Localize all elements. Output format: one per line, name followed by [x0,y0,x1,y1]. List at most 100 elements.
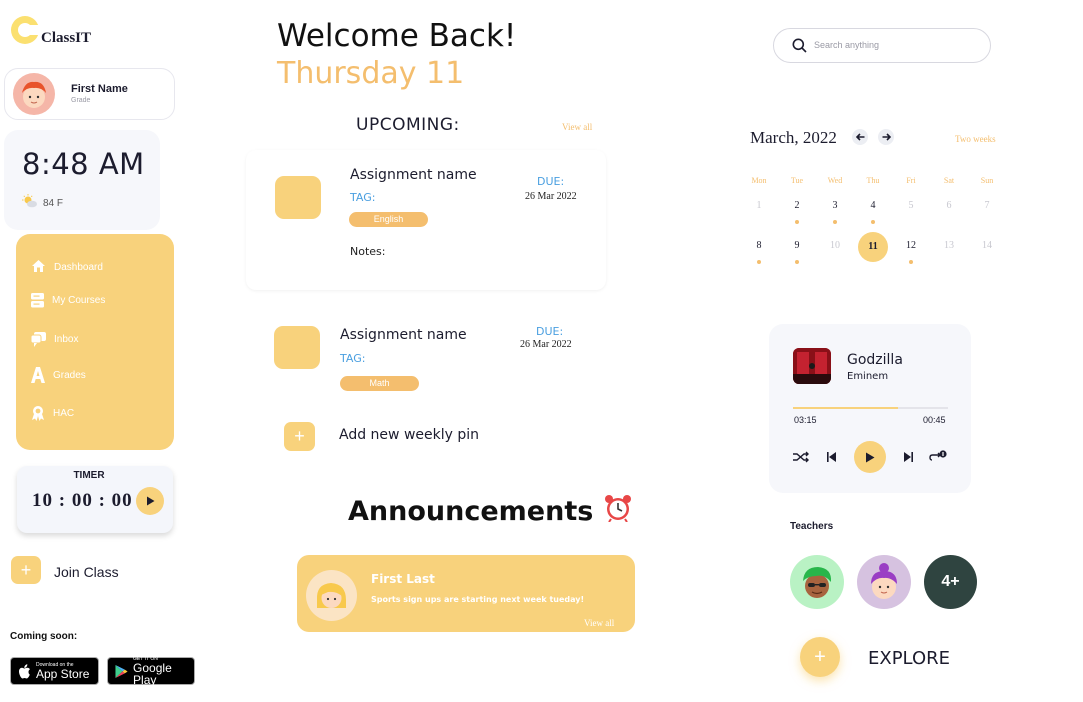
subject-tag[interactable]: Math [340,376,419,391]
award-icon [32,406,44,421]
add-pin-button[interactable]: + [284,422,315,451]
day-heading: Thursday 11 [277,56,465,91]
calendar-day-number: 7 [984,200,990,211]
coming-soon-heading: Coming soon: [10,631,78,642]
explore-label[interactable]: EXPLORE [868,648,950,669]
weekday-label: Wed [827,176,843,185]
time-remaining: 00:45 [923,415,946,425]
calendar-day[interactable]: 14 [968,234,1006,274]
calendar-day[interactable]: 13 [930,234,968,274]
partly-sunny-icon [22,194,38,213]
timer-play-button[interactable] [136,487,164,515]
google-play-badge[interactable]: GET IT ON Google Play [107,656,195,687]
app-logo-text: ClassIT [41,30,92,46]
calendar-month: March, 2022 [750,128,837,147]
event-dot [833,220,837,224]
plus-icon: + [814,645,826,668]
arrow-right-icon [882,133,891,141]
temperature: 84 F [43,198,64,209]
event-dot [757,260,761,264]
upcoming-view-all-link[interactable]: View all [562,122,592,132]
announcements-title: Announcements [348,494,633,527]
repeat-button[interactable] [929,448,947,466]
calendar-day[interactable]: 1 [740,194,778,234]
previous-track-button[interactable] [823,448,841,466]
explore-button[interactable]: + [800,637,840,677]
teachers-label: Teachers [790,521,834,532]
calendar-day[interactable]: 10 [816,234,854,274]
calendar-day-number: 13 [944,240,954,251]
sidebar-item-label: Grades [53,369,86,381]
weekday-label: Sat [943,176,955,185]
sidebar-item-dashboard[interactable]: Dashboard [31,259,103,273]
calendar-day-number: 4 [870,200,876,211]
track-artist: Eminem [847,371,889,382]
sidebar-item-grades[interactable]: Grades [31,367,86,383]
calendar-day[interactable]: 9 [778,234,816,274]
due-date: 26 Mar 2022 [520,339,572,350]
google-play-icon [115,664,128,678]
current-time: 8:48 AM [22,147,145,181]
plus-icon: + [294,426,305,446]
subject-tag[interactable]: English [349,212,428,227]
sidebar-item-hac[interactable]: HAC [31,405,74,421]
play-button[interactable] [854,441,886,473]
shuffle-button[interactable] [792,448,810,466]
calendar-day[interactable]: 8 [740,234,778,274]
search-input[interactable] [814,37,974,53]
calendar-day[interactable]: 5 [892,194,930,234]
sidebar-item-my-courses[interactable]: My Courses [31,293,105,308]
app-store-badge[interactable]: Download on the App Store [10,657,99,685]
progress-fill [793,407,898,409]
teacher-avatar[interactable] [857,555,911,609]
calendar-day-number: 10 [830,240,840,251]
profile-grade: Grade [71,97,91,104]
calendar-day[interactable]: 2 [778,194,816,234]
plus-icon: + [20,559,32,580]
weekday-label: Thu [866,176,880,185]
calendar-prev-button[interactable] [852,129,868,145]
next-track-button[interactable] [899,448,917,466]
assignment-thumbnail [274,326,320,369]
logo-icon [11,16,41,44]
calendar-day-number: 6 [946,200,952,211]
calendar-day-number: 8 [756,240,762,251]
calendar-day-selected[interactable]: 11 [854,232,892,274]
calendar-day[interactable]: 3 [816,194,854,234]
event-dot [795,260,799,264]
calendar-day-number: 5 [908,200,914,211]
more-teachers-button[interactable]: 4+ [924,555,977,609]
sidebar-item-label: Dashboard [54,262,103,273]
join-class-label[interactable]: Join Class [54,564,119,580]
assignment-tag-label: TAG: [350,191,376,204]
sidebar-item-label: HAC [53,407,75,419]
add-pin-label[interactable]: Add new weekly pin [339,427,479,443]
apple-icon [19,663,30,678]
timer-value: 10 : 00 : 00 [32,490,133,511]
google-play-text: Google Play [133,661,172,687]
calendar-day[interactable]: 4 [854,194,892,234]
calendar-day[interactable]: 7 [968,194,1006,234]
time-elapsed: 03:15 [794,415,817,425]
calendar-day[interactable]: 6 [930,194,968,234]
calendar-day-number: 2 [794,200,800,211]
assignment-thumbnail [275,176,321,219]
assignment-tag-label: TAG: [340,352,366,365]
play-icon [866,452,875,462]
assignment-name: Assignment name [350,167,477,183]
assignment-name[interactable]: Assignment name [340,327,467,343]
search-icon [792,38,807,58]
calendar-range-toggle[interactable]: Two weeks [955,134,996,144]
home-icon [32,260,45,272]
skip-forward-icon [904,452,913,462]
calendar-day-number: 12 [906,240,916,251]
announcement-view-all-link[interactable]: View all [584,618,614,628]
teacher-avatar[interactable] [790,555,844,609]
sidebar-item-inbox[interactable]: Inbox [31,332,78,347]
user-avatar[interactable] [13,73,55,115]
join-class-button[interactable]: + [11,556,41,584]
event-dot [909,260,913,264]
calendar-day[interactable]: 12 [892,234,930,274]
weekday-label: Sun [980,176,994,185]
calendar-next-button[interactable] [878,129,894,145]
